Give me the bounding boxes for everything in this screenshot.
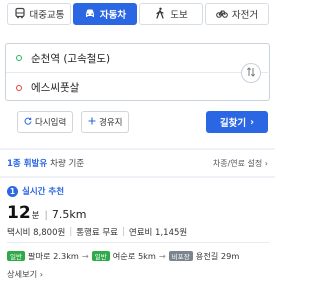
recommend-text: 실시간 추천 <box>22 187 65 197</box>
tab-car[interactable]: 자동차 <box>73 3 137 25</box>
road-segment: 팔마로 2.3km <box>27 251 79 261</box>
road-type-badge: 일반 <box>7 251 25 261</box>
transport-tabs: 대중교통 자동차 도보 자전거 <box>7 3 269 25</box>
fuel-bar: 1종 휘발유 차량 기준 차종/연료 설정 › <box>0 150 275 176</box>
taxi-fare: 택시비 8,800원 <box>7 228 66 238</box>
reset-button[interactable]: 다시입력 <box>17 111 74 133</box>
tab-transit-label: 대중교통 <box>29 10 65 21</box>
fuel-type-link[interactable]: 1종 휘발유 <box>7 157 47 169</box>
recommend-label: 1 실시간 추천 <box>7 185 64 197</box>
route-result-card[interactable]: 1 실시간 추천 12 분 | 7.5km 택시비 8,800원 | 통행료 무… <box>0 178 275 293</box>
swap-button[interactable] <box>241 63 261 83</box>
rank-badge: 1 <box>7 185 18 197</box>
start-dot-icon <box>16 55 22 61</box>
refresh-icon <box>24 117 32 128</box>
summary-divider: | <box>44 210 48 221</box>
reset-label: 다시입력 <box>35 118 67 128</box>
road-segment: 용전길 29m <box>195 251 240 261</box>
arrow-right-icon: → <box>81 251 89 261</box>
start-field[interactable]: 순천역 (고속철도) <box>6 44 268 73</box>
tab-walk-label: 도보 <box>170 10 188 21</box>
tab-bicycle[interactable]: 자전거 <box>205 3 269 25</box>
road-list: 일반 팔마로 2.3km → 일반 여순로 5km → 비포장 용전길 29m <box>7 250 239 262</box>
swap-icon <box>246 66 256 80</box>
tab-car-label: 자동차 <box>99 10 127 21</box>
route-panel: 대중교통 자동차 도보 자전거 순천역 (고속철도) 에스씨풋살 다시입력 경유… <box>0 0 275 293</box>
toll-fee: 통행료 무료 <box>76 228 119 238</box>
add-waypoint-button[interactable]: 경유지 <box>81 111 130 133</box>
chevron-right-icon: › <box>264 158 268 168</box>
chevron-right-icon: › <box>39 269 44 279</box>
start-location: 순천역 (고속철도) <box>31 52 111 65</box>
search-card: 대중교통 자동차 도보 자전거 순천역 (고속철도) 에스씨풋살 다시입력 경유… <box>0 0 275 148</box>
route-inputs: 순천역 (고속철도) 에스씨풋살 <box>5 43 270 101</box>
arrow-right-icon: → <box>158 251 166 261</box>
route-actions: 다시입력 경유지 길찾기 › <box>6 111 268 133</box>
end-location: 에스씨풋살 <box>31 82 80 94</box>
fuel-basis-label: 차량 기준 <box>50 159 85 169</box>
tab-transit[interactable]: 대중교통 <box>7 3 71 25</box>
duration-value: 12 <box>7 203 31 223</box>
car-icon <box>84 7 96 22</box>
search-route-button[interactable]: 길찾기 › <box>206 111 268 133</box>
road-type-badge: 비포장 <box>168 251 193 261</box>
tab-bicycle-label: 자전거 <box>231 10 259 21</box>
bicycle-icon <box>216 7 228 22</box>
detail-label: 상세보기 <box>7 269 38 279</box>
walk-icon <box>154 7 166 22</box>
vehicle-settings-label: 차종/연료 설정 <box>212 158 263 168</box>
cost-divider: | <box>122 227 125 237</box>
route-summary: 12 분 | 7.5km <box>7 203 86 223</box>
duration-unit: 분 <box>31 211 40 221</box>
road-type-badge: 일반 <box>91 251 110 261</box>
tab-walk[interactable]: 도보 <box>139 3 203 25</box>
bus-icon <box>14 7 26 22</box>
cost-divider: | <box>69 227 73 237</box>
end-dot-icon <box>16 84 22 91</box>
end-field[interactable]: 에스씨풋살 <box>6 73 226 102</box>
cost-info: 택시비 8,800원 | 통행료 무료 | 연료비 1,145원 <box>7 226 187 238</box>
distance-value: 7.5km <box>51 208 87 221</box>
waypoint-label: 경유지 <box>99 118 123 128</box>
chevron-right-icon: › <box>250 116 255 128</box>
search-route-label: 길찾기 <box>219 118 247 129</box>
plus-icon <box>88 117 96 128</box>
road-segment: 여순로 5km <box>112 251 156 261</box>
vehicle-settings-link[interactable]: 차종/연료 설정 › <box>213 158 268 169</box>
detail-link[interactable]: 상세보기 › <box>7 268 43 280</box>
fuel-cost: 연료비 1,145원 <box>128 228 188 238</box>
divider <box>7 242 269 243</box>
